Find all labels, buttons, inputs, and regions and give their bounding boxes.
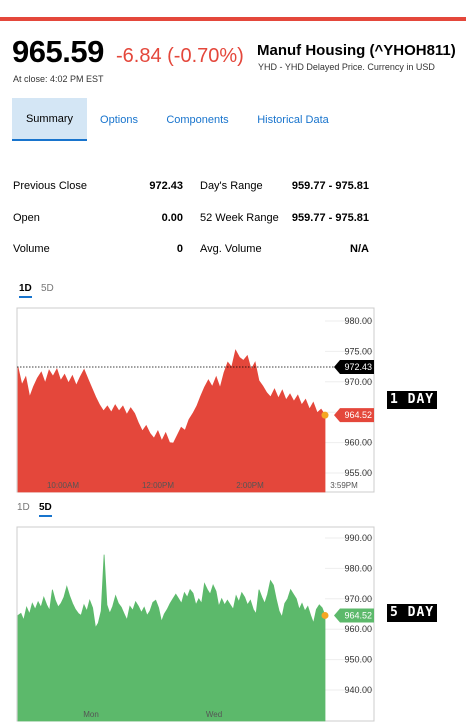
stat-value: N/A xyxy=(350,243,369,255)
stat-value: 0.00 xyxy=(161,212,183,224)
y-tick-label: 975.00 xyxy=(344,346,372,356)
y-tick-label: 960.00 xyxy=(344,624,372,634)
stat-value: 959.77 - 975.81 xyxy=(291,212,369,224)
quote-change: -6.84 (-0.70%) xyxy=(116,45,244,67)
y-tick-label: 970.00 xyxy=(344,377,372,387)
stat-value: 959.77 - 975.81 xyxy=(291,180,369,192)
y-tick-label: 970.00 xyxy=(344,594,372,604)
quote-at-close: At close: 4:02 PM EST xyxy=(13,74,104,84)
x-tick-label: 2:00PM xyxy=(236,481,264,490)
x-tick-label: 10:00AM xyxy=(47,481,79,490)
tab-summary[interactable]: Summary xyxy=(12,98,87,141)
range-tab-5d[interactable]: 5D xyxy=(41,283,54,294)
stat-value: 0 xyxy=(176,243,183,255)
last-price-label: 964.52 xyxy=(344,410,372,420)
stat-label: Day's Range xyxy=(200,180,263,192)
top-accent-bar xyxy=(0,17,466,21)
stats-row: Volume 0 Avg. Volume N/A xyxy=(13,243,373,257)
range-tab-1d[interactable]: 1D xyxy=(17,502,30,513)
tab-options[interactable]: Options xyxy=(94,98,144,141)
range-tab-5d[interactable]: 5D xyxy=(39,502,52,517)
y-tick-label: 940.00 xyxy=(344,685,372,695)
stat-value: 972.43 xyxy=(149,180,183,192)
stat-label: Open xyxy=(13,212,40,224)
x-tick-label: 3:59PM xyxy=(330,481,358,490)
chart1-side-label: 1 DAY xyxy=(387,391,438,409)
stats-row: Open 0.00 52 Week Range 959.77 - 975.81 xyxy=(13,212,373,226)
y-tick-label: 950.00 xyxy=(344,655,372,665)
price-area xyxy=(17,554,326,722)
stat-label: Volume xyxy=(13,243,50,255)
y-tick-label: 980.00 xyxy=(344,563,372,573)
stats-row: Previous Close 972.43 Day's Range 959.77… xyxy=(13,180,373,194)
stock-name: Manuf Housing (^YHOH811) xyxy=(257,42,456,59)
y-tick-label: 990.00 xyxy=(344,533,372,543)
stock-subtitle: YHD - YHD Delayed Price. Currency in USD xyxy=(258,62,435,72)
last-price-dot xyxy=(321,411,329,419)
x-tick-label: Wed xyxy=(206,710,222,719)
tab-components[interactable]: Components xyxy=(160,98,235,141)
stat-label: Previous Close xyxy=(13,180,87,192)
last-price-label: 964.52 xyxy=(344,610,372,620)
y-tick-label: 955.00 xyxy=(344,468,372,478)
stat-label: 52 Week Range xyxy=(200,212,279,224)
previous-close-tag: 972.43 xyxy=(334,360,374,375)
tab-historical-data[interactable]: Historical Data xyxy=(252,98,334,141)
last-price-dot xyxy=(321,611,329,619)
x-tick-label: 12:00PM xyxy=(142,481,174,490)
chart2-side-label: 5 DAY xyxy=(387,604,438,622)
range-tab-1d[interactable]: 1D xyxy=(19,283,32,298)
price-area xyxy=(17,349,326,493)
chart-5d: 990.00 980.00 970.00 960.00 950.00 940.00 964.… xyxy=(16,526,375,722)
x-tick-label: Mon xyxy=(83,710,99,719)
y-tick-label: 960.00 xyxy=(344,438,372,448)
stat-label: Avg. Volume xyxy=(200,243,262,255)
y-tick-label: 980.00 xyxy=(344,316,372,326)
previous-close-label: 972.43 xyxy=(344,362,372,372)
quote-price: 965.59 xyxy=(12,34,104,69)
